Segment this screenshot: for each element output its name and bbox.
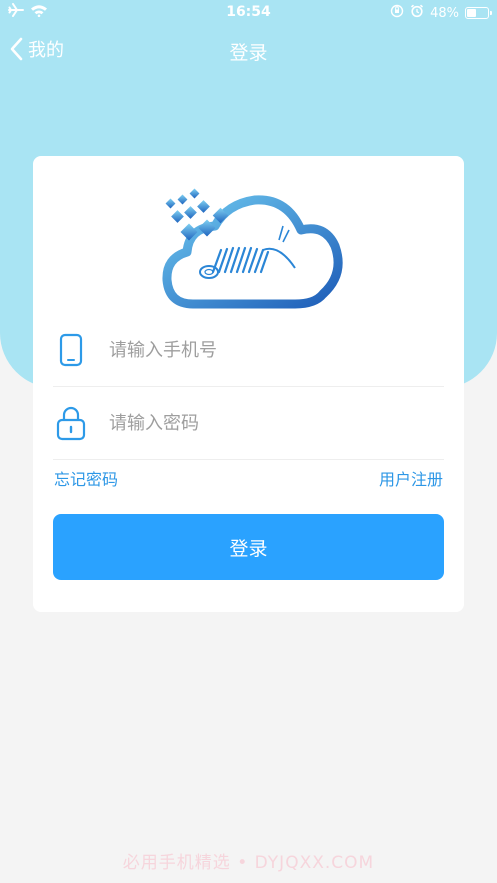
form-links: 忘记密码 用户注册 — [54, 466, 443, 490]
login-button[interactable]: 登录 — [53, 514, 444, 580]
page-title: 登录 — [229, 42, 268, 64]
login-card: 忘记密码 用户注册 登录 — [33, 156, 464, 612]
phone-icon — [55, 332, 87, 368]
status-right: 48% — [390, 4, 492, 22]
forgot-password-link[interactable]: 忘记密码 — [54, 466, 118, 490]
battery-level — [467, 9, 477, 17]
orientation-lock-icon — [390, 4, 404, 22]
password-row — [53, 387, 444, 460]
battery-percent: 48% — [430, 5, 459, 21]
phone-row — [53, 314, 444, 387]
password-input[interactable] — [107, 411, 444, 435]
app-logo — [155, 186, 345, 311]
navigation-bar: 我的 登录 — [0, 32, 497, 72]
lock-icon — [55, 405, 87, 441]
watermark-text: 必用手机精选 • DYJQXX.COM — [122, 853, 375, 873]
battery-icon — [465, 7, 492, 19]
alarm-icon — [410, 4, 424, 22]
register-link[interactable]: 用户注册 — [379, 466, 443, 490]
phone-input[interactable] — [107, 338, 444, 362]
status-bar: 16:54 48% — [0, 0, 497, 26]
